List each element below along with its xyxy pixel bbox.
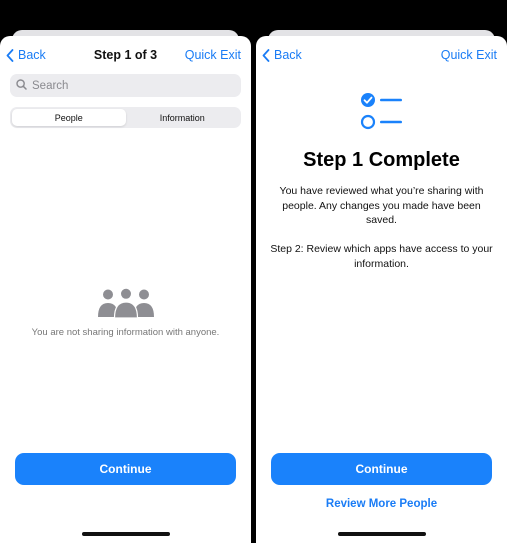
back-label: Back: [18, 48, 46, 62]
stage: Back Step 1 of 3 Quick Exit People Infor…: [0, 0, 507, 543]
home-indicator: [337, 532, 426, 536]
search-field[interactable]: [10, 74, 241, 97]
step-complete-screen: Back Quick Exit Step 1 Complete You have…: [256, 0, 507, 543]
segmented-control: People Information: [10, 107, 241, 128]
continue-button[interactable]: Continue: [271, 453, 492, 485]
people-group-icon: [0, 288, 251, 318]
chevron-left-icon: [6, 48, 14, 62]
back-button[interactable]: Back: [6, 44, 46, 66]
tab-people[interactable]: People: [12, 109, 126, 126]
back-button[interactable]: Back: [262, 44, 302, 66]
search-input[interactable]: [32, 79, 241, 92]
sheet: Back Quick Exit Step 1 Complete You have…: [256, 36, 507, 543]
page-title: Step 1 Complete: [303, 149, 460, 171]
quick-exit-button[interactable]: Quick Exit: [185, 44, 241, 66]
chevron-left-icon: [262, 48, 270, 62]
search-icon: [16, 77, 27, 95]
checklist-icon: [256, 92, 507, 132]
summary-text: You have reviewed what you’re sharing wi…: [279, 185, 484, 226]
quick-exit-button[interactable]: Quick Exit: [441, 44, 497, 66]
next-step-text: Step 2: Review which apps have access to…: [270, 243, 493, 270]
home-indicator: [81, 532, 170, 536]
continue-button[interactable]: Continue: [15, 453, 236, 485]
empty-state-message: You are not sharing information with any…: [31, 327, 220, 338]
nav-bar: Back Step 1 of 3 Quick Exit: [0, 44, 251, 66]
back-label: Back: [274, 48, 302, 62]
people-list-screen: Back Step 1 of 3 Quick Exit People Infor…: [0, 0, 251, 543]
tab-information[interactable]: Information: [126, 109, 240, 126]
review-more-people-button[interactable]: Review More People: [256, 498, 507, 510]
sheet: Back Step 1 of 3 Quick Exit People Infor…: [0, 36, 251, 543]
nav-bar: Back Quick Exit: [256, 44, 507, 66]
